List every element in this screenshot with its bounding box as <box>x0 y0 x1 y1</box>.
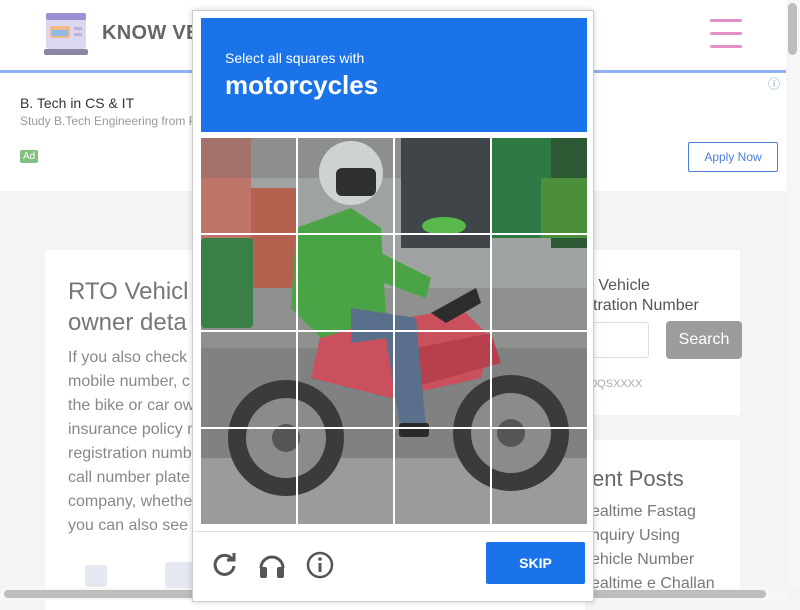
captcha-image-grid <box>201 138 587 524</box>
site-brand-title[interactable]: KNOW VE <box>102 22 200 45</box>
ad-title[interactable]: B. Tech in CS & IT <box>20 95 134 111</box>
apply-now-button[interactable]: Apply Now <box>688 142 778 172</box>
hamburger-bar <box>710 19 742 22</box>
hamburger-bar <box>710 32 742 35</box>
captcha-tile[interactable] <box>492 429 587 524</box>
captcha-target-object: motorcycles <box>225 70 379 100</box>
info-icon[interactable] <box>305 550 335 580</box>
captcha-footer: SKIP <box>193 531 593 602</box>
hamburger-bar <box>710 45 742 48</box>
article-line: the bike or car ow <box>68 397 195 414</box>
captcha-tile[interactable] <box>201 138 296 233</box>
search-hint: 0QSXXXX <box>591 378 643 390</box>
captcha-tile[interactable] <box>395 332 490 427</box>
captcha-tile[interactable] <box>395 429 490 524</box>
article-thumbnail[interactable] <box>85 565 107 587</box>
recaptcha-challenge: Select all squares with motorcycles SKIP <box>192 10 594 602</box>
vehicle-document-logo-icon[interactable] <box>44 13 90 57</box>
article-line: If you also check <box>68 349 188 366</box>
captcha-tile[interactable] <box>298 235 393 330</box>
recent-posts-list[interactable]: ealtime Fastag nquiry Using ehicle Numbe… <box>591 500 715 596</box>
recent-posts-card: ent Posts ealtime Fastag nquiry Using eh… <box>585 440 740 600</box>
skip-button[interactable]: SKIP <box>486 542 585 584</box>
reload-icon[interactable] <box>210 550 240 580</box>
article-line: call number plate <box>68 469 190 486</box>
captcha-tile[interactable] <box>201 332 296 427</box>
info-icon[interactable]: ⓘ <box>768 75 780 92</box>
captcha-tile[interactable] <box>201 429 296 524</box>
captcha-tile[interactable] <box>492 235 587 330</box>
article-line: company, whethe <box>68 493 193 510</box>
article-line: mobile number, c <box>68 373 190 390</box>
search-card-title: h Vehicle stration Number <box>585 277 699 314</box>
audio-headphones-icon[interactable] <box>257 550 287 580</box>
vertical-scrollbar[interactable] <box>786 0 800 590</box>
ad-badge: Ad <box>20 150 39 163</box>
captcha-tile[interactable] <box>395 235 490 330</box>
captcha-instruction: Select all squares with <box>225 50 365 66</box>
article-line: insurance policy n <box>68 421 197 438</box>
article-body: If you also check mobile number, c the b… <box>68 346 198 538</box>
captcha-tile[interactable] <box>298 138 393 233</box>
article-line: you can also see <box>68 517 189 534</box>
ad-subtitle: Study B.Tech Engineering from P <box>20 114 197 128</box>
vertical-scroll-thumb[interactable] <box>788 3 797 55</box>
recent-posts-title: ent Posts <box>592 466 684 491</box>
captcha-tile[interactable] <box>298 332 393 427</box>
captcha-tile[interactable] <box>492 332 587 427</box>
captcha-tile[interactable] <box>201 235 296 330</box>
article-thumbnail[interactable] <box>165 562 193 588</box>
captcha-instruction-header: Select all squares with motorcycles <box>201 18 587 132</box>
captcha-tile[interactable] <box>298 429 393 524</box>
captcha-tile[interactable] <box>395 138 490 233</box>
hamburger-icon[interactable] <box>710 19 742 51</box>
article-line: registration numb <box>68 445 192 462</box>
article-title: RTO Vehicl owner deta <box>68 278 189 336</box>
vehicle-search-card: h Vehicle stration Number Search 0QSXXXX <box>575 250 742 415</box>
search-button[interactable]: Search <box>666 321 742 359</box>
captcha-tile[interactable] <box>492 138 587 233</box>
